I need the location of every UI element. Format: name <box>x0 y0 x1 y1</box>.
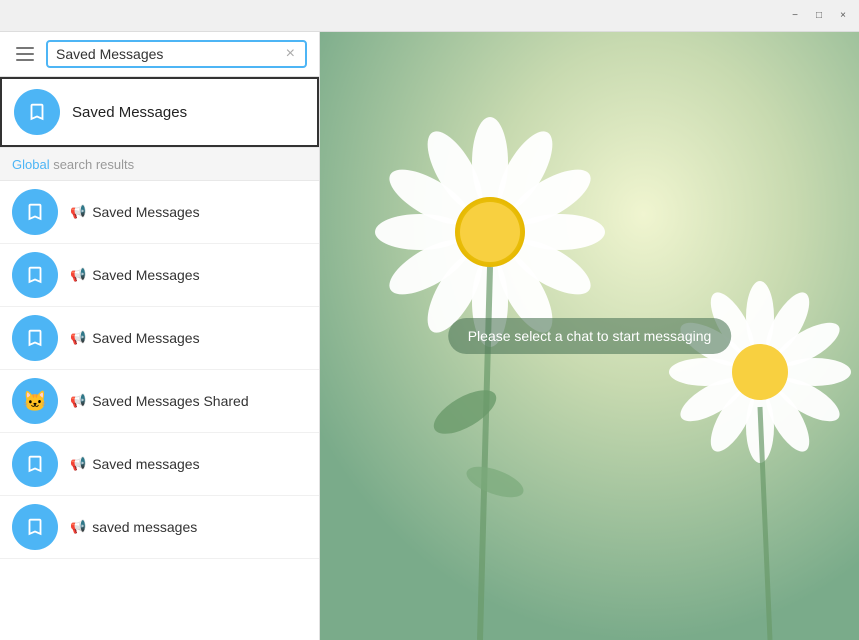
megaphone-icon: 📢 <box>70 519 86 535</box>
global-search-header: Global search results <box>0 147 319 181</box>
top-result-name: Saved Messages <box>72 104 187 121</box>
result-content: 📢 saved messages <box>70 519 197 535</box>
window-buttons: − □ × <box>787 8 851 24</box>
megaphone-icon: 📢 <box>70 267 86 283</box>
select-chat-message: Please select a chat to start messaging <box>448 318 732 354</box>
close-button[interactable]: × <box>835 8 851 24</box>
result-name: Saved Messages <box>92 267 199 283</box>
megaphone-icon: 📢 <box>70 330 86 346</box>
list-item[interactable]: 📢 Saved messages <box>0 433 319 496</box>
sidebar: × Saved Messages Global search results <box>0 32 320 640</box>
window-chrome: − □ × <box>0 0 859 32</box>
avatar <box>14 89 60 135</box>
result-content: 📢 Saved Messages <box>70 330 200 346</box>
megaphone-icon: 📢 <box>70 456 86 472</box>
clear-search-button[interactable]: × <box>284 46 297 62</box>
search-input[interactable] <box>56 46 284 62</box>
result-content: 📢 Saved Messages Shared <box>70 393 249 409</box>
avatar <box>12 504 58 550</box>
result-content: 📢 Saved Messages <box>70 267 200 283</box>
global-search-label: Global search results <box>12 157 134 172</box>
avatar <box>12 252 58 298</box>
bookmark-icon <box>24 264 46 286</box>
bookmark-icon <box>24 327 46 349</box>
results-list: 📢 Saved Messages 📢 Saved Messages <box>0 181 319 640</box>
bookmark-icon <box>24 201 46 223</box>
global-label-highlight: Global <box>12 157 50 172</box>
avatar <box>12 189 58 235</box>
avatar <box>12 315 58 361</box>
result-name: saved messages <box>92 519 197 535</box>
main-layout: × Saved Messages Global search results <box>0 32 859 640</box>
avatar <box>12 441 58 487</box>
hamburger-icon <box>16 53 34 55</box>
top-result-item[interactable]: Saved Messages <box>0 77 319 147</box>
menu-button[interactable] <box>12 43 38 65</box>
bookmark-icon <box>24 453 46 475</box>
megaphone-icon: 📢 <box>70 204 86 220</box>
sidebar-header: × <box>0 32 319 77</box>
result-name: Saved Messages Shared <box>92 393 248 409</box>
bookmark-icon <box>26 101 48 123</box>
megaphone-icon: 📢 <box>70 393 86 409</box>
result-content: 📢 Saved Messages <box>70 204 200 220</box>
list-item[interactable]: 📢 Saved Messages <box>0 307 319 370</box>
result-name: Saved messages <box>92 456 199 472</box>
chat-panel: Please select a chat to start messaging <box>320 32 859 640</box>
chat-background: Please select a chat to start messaging <box>320 32 859 640</box>
list-item[interactable]: 📢 Saved Messages <box>0 181 319 244</box>
list-item[interactable]: 📢 saved messages <box>0 496 319 559</box>
search-box: × <box>46 40 307 68</box>
hamburger-icon <box>16 59 34 61</box>
hamburger-icon <box>16 47 34 49</box>
minimize-button[interactable]: − <box>787 8 803 24</box>
bookmark-icon <box>24 516 46 538</box>
list-item[interactable]: 📢 Saved Messages <box>0 244 319 307</box>
global-label-suffix: search results <box>50 157 135 172</box>
avatar: 🐱 <box>12 378 58 424</box>
result-content: 📢 Saved messages <box>70 456 200 472</box>
maximize-button[interactable]: □ <box>811 8 827 24</box>
result-name: Saved Messages <box>92 204 199 220</box>
list-item[interactable]: 🐱 📢 Saved Messages Shared <box>0 370 319 433</box>
result-name: Saved Messages <box>92 330 199 346</box>
